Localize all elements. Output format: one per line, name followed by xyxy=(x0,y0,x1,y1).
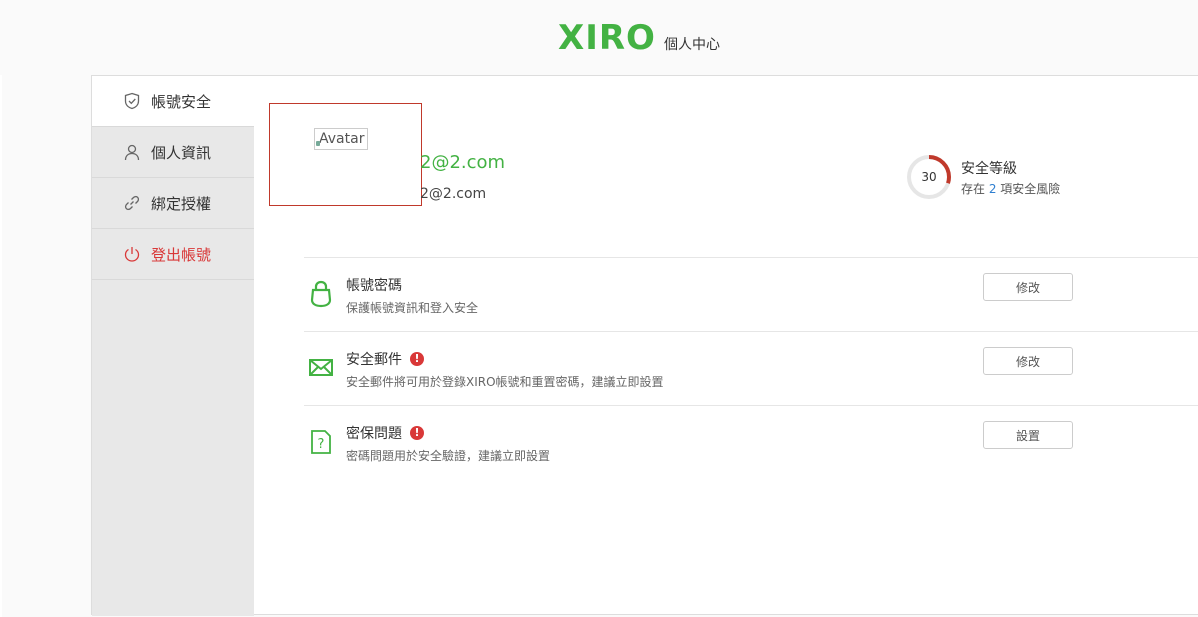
risk-prefix: 存在 xyxy=(961,182,989,196)
setting-title-text: 密保問題 xyxy=(346,426,402,442)
logo[interactable]: XIRO xyxy=(558,21,656,55)
power-icon xyxy=(122,244,142,264)
setting-title: 帳號密碼 xyxy=(346,275,402,295)
sidebar-item-logout[interactable]: 登出帳號 xyxy=(92,229,254,280)
sidebar-item-label: 登出帳號 xyxy=(151,245,212,264)
page-subtitle: 個人中心 xyxy=(663,36,720,53)
avatar-box[interactable]: Avatar xyxy=(269,103,422,206)
header: XIRO 個人中心 xyxy=(0,0,1198,75)
sidebar-item-label: 綁定授權 xyxy=(151,194,212,213)
setting-title-text: 安全郵件 xyxy=(346,352,402,368)
user-icon xyxy=(122,142,142,162)
sidebar-item-bind-auth[interactable]: 綁定授權 xyxy=(92,178,254,229)
setting-desc: 密碼問題用於安全驗證，建議立即設置 xyxy=(346,449,551,463)
setting-row-security-question: ? 密保問題! 密碼問題用於安全驗證，建議立即設置 設置 xyxy=(304,405,1198,479)
link-icon xyxy=(122,193,142,213)
warning-icon: ! xyxy=(410,352,424,366)
setting-title: 安全郵件! xyxy=(346,349,424,369)
sidebar-item-label: 帳號安全 xyxy=(151,92,212,111)
lock-icon xyxy=(308,280,334,308)
left-edge xyxy=(0,75,2,617)
sidebar-item-personal-info[interactable]: 個人資訊 xyxy=(92,127,254,178)
main-panel: Avatar 2@2.com 2@2.com 30 安全等級 存在 2 項安全風… xyxy=(254,76,1198,614)
setting-row-email: 安全郵件! 安全郵件將可用於登錄XIRO帳號和重置密碼，建議立即設置 修改 xyxy=(304,331,1198,405)
security-level-title: 安全等級 xyxy=(961,161,1017,177)
warning-icon: ! xyxy=(410,426,424,440)
modify-password-button[interactable]: 修改 xyxy=(983,273,1073,301)
setting-desc: 保護帳號資訊和登入安全 xyxy=(346,301,479,315)
account-email-secondary: 2@2.com xyxy=(420,186,487,202)
mail-icon xyxy=(308,354,334,382)
security-settings-list: 帳號密碼 保護帳號資訊和登入安全 修改 安全郵件! 安全郵件將可用於登錄XIRO… xyxy=(304,257,1198,479)
setting-title-text: 帳號密碼 xyxy=(346,278,402,294)
sidebar: 帳號安全 個人資訊 綁定授權 登出帳號 xyxy=(92,76,254,616)
question-doc-icon: ? xyxy=(308,428,334,456)
sidebar-item-label: 個人資訊 xyxy=(151,143,212,162)
security-score: 30 xyxy=(921,170,937,184)
setting-title: 密保問題! xyxy=(346,423,424,443)
svg-text:?: ? xyxy=(318,437,325,452)
risk-suffix: 項安全風險 xyxy=(996,182,1061,196)
brand: XIRO 個人中心 xyxy=(558,21,720,55)
modify-email-button[interactable]: 修改 xyxy=(983,347,1073,375)
security-level-ring: 30 xyxy=(906,154,952,200)
avatar[interactable]: Avatar xyxy=(314,128,368,150)
setting-row-password: 帳號密碼 保護帳號資訊和登入安全 修改 xyxy=(304,257,1198,331)
setting-desc: 安全郵件將可用於登錄XIRO帳號和重置密碼，建議立即設置 xyxy=(346,375,664,389)
set-security-question-button[interactable]: 設置 xyxy=(983,421,1073,449)
sidebar-item-account-security[interactable]: 帳號安全 xyxy=(92,76,254,127)
content-frame: 帳號安全 個人資訊 綁定授權 登出帳號 Avatar 2@2.com 2@2.c… xyxy=(91,75,1198,616)
security-level-desc: 存在 2 項安全風險 xyxy=(961,180,1060,197)
account-email: 2@2.com xyxy=(420,152,506,173)
shield-icon xyxy=(122,91,142,111)
